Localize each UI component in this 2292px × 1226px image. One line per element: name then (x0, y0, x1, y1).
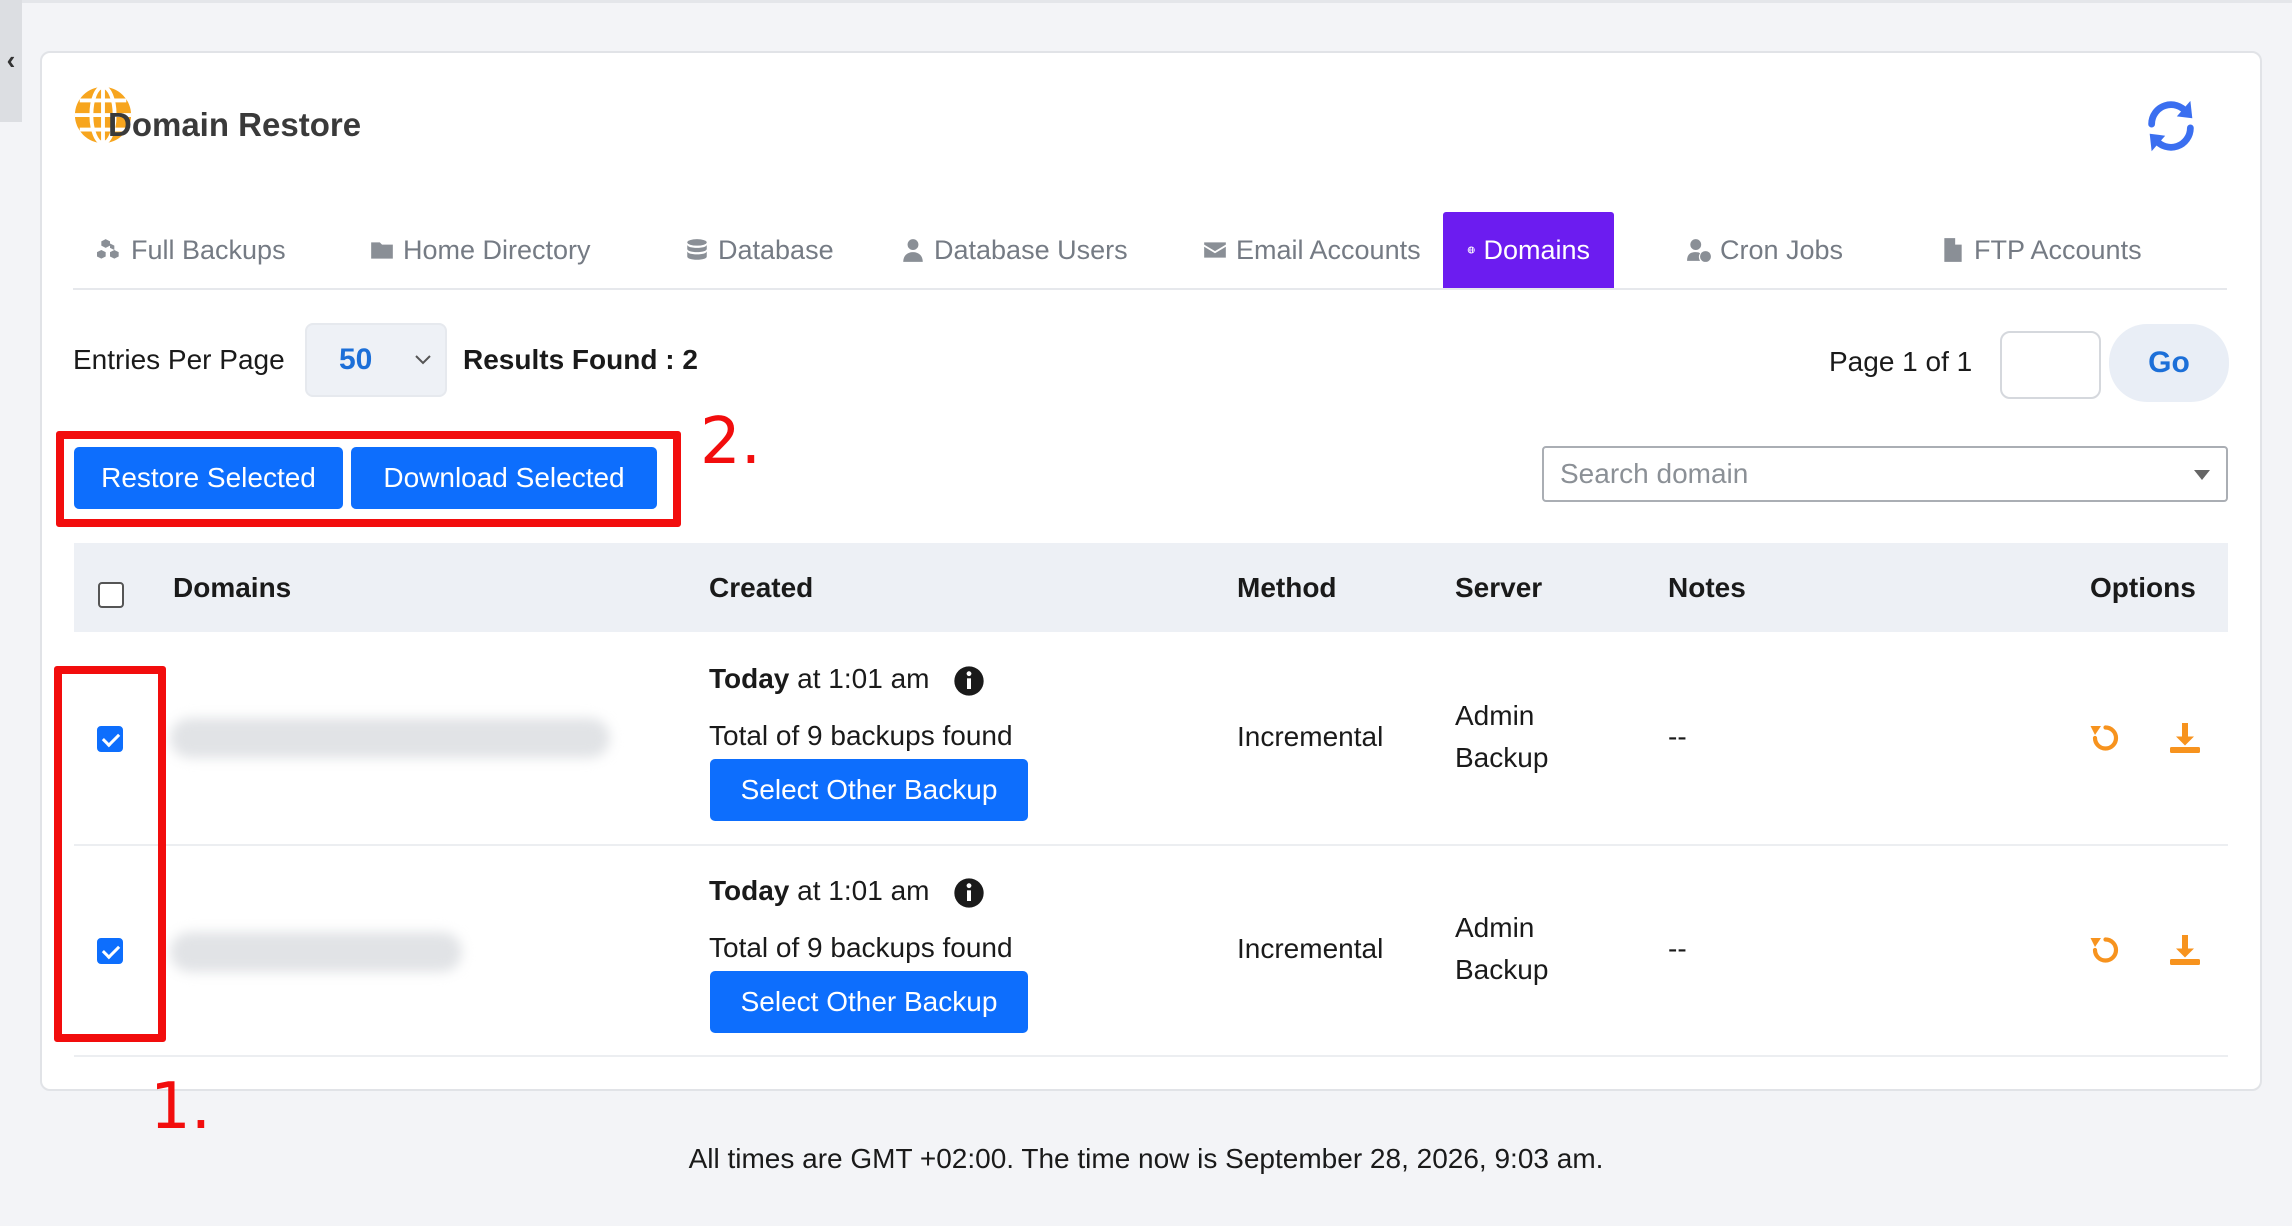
entries-value: 50 (339, 343, 373, 376)
info-icon[interactable] (953, 665, 985, 697)
row-separator (74, 844, 2228, 846)
entries-per-page-select[interactable]: 50 (305, 323, 447, 397)
domain-name-redacted (170, 718, 610, 758)
restore-icon[interactable] (2086, 720, 2122, 756)
chevron-left-icon: ‹ (6, 45, 16, 75)
caret-down-icon (2194, 470, 2210, 480)
globe-icon (1467, 246, 1475, 254)
tab-label: Database Users (934, 234, 1128, 265)
domain-name-redacted (170, 932, 462, 972)
search-domain-select[interactable]: Search domain (1542, 446, 2228, 502)
tab-label: Domains (1483, 234, 1590, 265)
refresh-icon[interactable] (2140, 95, 2202, 157)
restore-icon[interactable] (2086, 932, 2122, 968)
annotation-label-1: 1. (150, 1070, 212, 1144)
sidebar-collapse-toggle[interactable]: ‹ (0, 0, 22, 122)
method-value: Incremental (1237, 933, 1384, 964)
tab-label: Full Backups (131, 234, 286, 265)
download-icon[interactable] (2167, 720, 2203, 756)
page-title: Domain Restore (108, 106, 362, 143)
tab-label: Database (718, 234, 834, 265)
select-all-checkbox[interactable] (98, 582, 124, 608)
tab-ftp-accounts[interactable]: FTP Accounts (1916, 212, 2166, 288)
created-day: Today (709, 663, 790, 694)
notes-value: -- (1668, 721, 1687, 752)
entries-per-page-label: Entries Per Page (73, 344, 285, 375)
page-indicator: Page 1 of 1 (1829, 346, 1973, 377)
server-line-1: Admin (1455, 700, 1535, 731)
tab-database-users[interactable]: Database Users (876, 212, 1152, 288)
go-button[interactable]: Go (2109, 324, 2229, 402)
select-other-backup-button[interactable]: Select Other Backup (710, 971, 1028, 1033)
results-count: Results Found : 2 (463, 344, 698, 375)
envelope-icon (1204, 242, 1226, 258)
header-notes: Notes (1668, 572, 1746, 603)
created-date: Today at 1:01 am (709, 663, 929, 695)
method-value: Incremental (1237, 721, 1384, 752)
backup-type-tabs: Full Backups Home Directory Database Dat… (73, 212, 2227, 290)
folder-icon (371, 242, 393, 259)
database-icon (687, 239, 707, 260)
user-clock-icon (1687, 239, 1711, 262)
user-icon (903, 239, 923, 262)
tab-label: Cron Jobs (1720, 234, 1844, 265)
header-created: Created (709, 572, 814, 603)
tab-email-accounts[interactable]: Email Accounts (1178, 212, 1445, 288)
tab-label: Home Directory (403, 234, 591, 265)
search-placeholder: Search domain (1560, 458, 1749, 489)
download-icon[interactable] (2167, 932, 2203, 968)
annotation-box-2 (56, 431, 681, 527)
chevron-down-icon (415, 355, 431, 365)
tab-home-directory[interactable]: Home Directory (345, 212, 615, 288)
table-header (74, 543, 2228, 632)
tab-label: FTP Accounts (1974, 234, 2142, 265)
created-day: Today (709, 875, 790, 906)
created-time: at 1:01 am (789, 663, 930, 694)
tab-label: Email Accounts (1236, 234, 1421, 265)
header-method: Method (1237, 572, 1337, 603)
server-line-1: Admin (1455, 912, 1535, 943)
select-other-backup-button[interactable]: Select Other Backup (710, 759, 1028, 821)
header-server: Server (1455, 572, 1543, 603)
header-options: Options (2090, 572, 2196, 603)
created-date: Today at 1:01 am (709, 875, 929, 907)
header-domains: Domains (173, 572, 292, 603)
annotation-box-1 (54, 666, 166, 1042)
notes-value: -- (1668, 933, 1687, 964)
cubes-icon (97, 239, 119, 259)
created-time: at 1:01 am (789, 875, 930, 906)
tab-cron-jobs[interactable]: Cron Jobs (1662, 212, 1867, 288)
tab-database[interactable]: Database (660, 212, 858, 288)
tab-domains[interactable]: Domains (1443, 212, 1614, 288)
annotation-label-2: 2. (700, 405, 762, 479)
backups-count: Total of 9 backups found (709, 720, 1013, 751)
top-border (0, 0, 2292, 3)
server-line-2: Backup (1455, 742, 1549, 773)
row-separator (74, 1055, 2228, 1057)
timezone-note: All times are GMT +02:00. The time now i… (688, 1143, 1604, 1174)
page-number-input[interactable] (2000, 331, 2101, 399)
server-line-2: Backup (1455, 954, 1549, 985)
tab-full-backups[interactable]: Full Backups (73, 212, 310, 288)
backups-count: Total of 9 backups found (709, 932, 1013, 963)
file-icon (1944, 238, 1962, 262)
info-icon[interactable] (953, 877, 985, 909)
